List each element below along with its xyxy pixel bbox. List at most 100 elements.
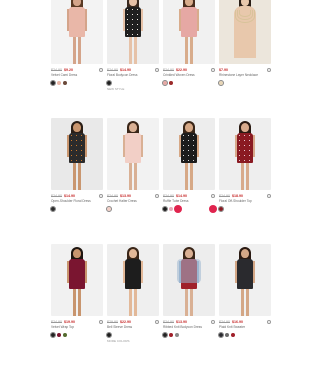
product-name[interactable]: Velvet Cami Dress (51, 73, 103, 78)
product-info: $24.90 $16.90 Plaid Knit Sweater (217, 316, 271, 338)
color-swatch[interactable] (49, 331, 57, 338)
heart-outline-icon[interactable] (211, 320, 215, 324)
color-swatch[interactable] (57, 80, 61, 85)
model-leg (190, 289, 193, 316)
model-head (129, 249, 137, 258)
product-card[interactable]: $29.90 $22.90 Bell Sleeve Dress MORE COLORS (105, 244, 159, 360)
sale-price: $14.90 (176, 194, 187, 198)
heart-outline-icon[interactable] (155, 68, 159, 72)
product-card[interactable]: $24.90 $19.90 Velvet Wrap Top (49, 244, 103, 360)
product-image[interactable] (51, 0, 103, 64)
model-figure (62, 118, 92, 190)
price: $24.90 $22.90 (163, 68, 187, 72)
color-swatch[interactable] (49, 205, 57, 212)
product-image[interactable] (107, 244, 159, 316)
price: $29.90 $22.90 (107, 320, 131, 324)
product-card[interactable]: $24.90 $16.90 Plaid Knit Sweater (217, 244, 271, 360)
color-swatch[interactable] (57, 332, 61, 337)
model-head (185, 123, 193, 132)
jacket (177, 259, 201, 283)
product-card[interactable]: $24.90 $22.90 Crinkled Woven Dress (161, 0, 215, 108)
product-note: NEW STYLE (107, 87, 125, 91)
sale-price: $13.90 (120, 194, 131, 198)
product-card[interactable]: $24.90 $14.90 Open-Shoulder Floral Dress (49, 118, 103, 234)
heart-outline-icon[interactable] (155, 194, 159, 198)
heart-outline-icon[interactable] (267, 194, 271, 198)
color-swatch[interactable] (169, 80, 173, 85)
product-image[interactable] (51, 244, 103, 316)
price: $24.90 $9.20 (51, 68, 73, 72)
heart-outline-icon[interactable] (155, 320, 159, 324)
product-name[interactable]: Velvet Wrap Top (51, 325, 103, 330)
product-name[interactable]: Crinkled Woven Dress (163, 73, 215, 78)
color-swatch[interactable] (63, 80, 67, 85)
product-image[interactable] (163, 118, 215, 190)
product-card[interactable]: $24.90 $14.90 Ruffle Tube Dress (161, 118, 215, 234)
product-card[interactable]: $24.90 $13.90 Ribbed Knit Bodycon Dress (161, 244, 215, 360)
price: $24.90 $14.90 (107, 68, 131, 72)
product-name[interactable]: Rhinestone Layer Necklace (219, 73, 271, 78)
product-name[interactable]: Open-Shoulder Floral Dress (51, 199, 103, 204)
product-image[interactable] (107, 118, 159, 190)
color-swatch[interactable] (175, 332, 179, 337)
product-name[interactable]: Bell Sleeve Dress (107, 325, 159, 330)
product-name[interactable]: Crochet Halter Dress (107, 199, 159, 204)
model-leg (73, 37, 76, 64)
product-card[interactable]: $24.90 $18.90 Floral Off-Shoulder Top (217, 118, 271, 234)
product-image[interactable] (107, 0, 159, 64)
garment (125, 259, 141, 289)
product-card[interactable]: $24.90 $9.20 Velvet Cami Dress (49, 0, 103, 108)
product-name[interactable]: Plaid Knit Sweater (219, 325, 271, 330)
color-swatch[interactable] (161, 79, 169, 86)
product-info: $24.90 $19.90 Velvet Wrap Top (49, 316, 103, 338)
product-image[interactable] (163, 244, 215, 316)
product-name[interactable]: Ruffle Tube Dress (163, 199, 215, 204)
heart-outline-icon[interactable] (211, 68, 215, 72)
product-card[interactable]: $7.90 Rhinestone Layer Necklace (217, 0, 271, 108)
product-name[interactable]: Ribbed Knit Bodycon Dress (163, 325, 215, 330)
heart-outline-icon[interactable] (267, 68, 271, 72)
color-swatch[interactable] (161, 331, 169, 338)
color-swatch[interactable] (231, 332, 235, 337)
heart-outline-icon[interactable] (211, 194, 215, 198)
model-leg (134, 37, 137, 64)
heart-outline-icon[interactable] (99, 68, 103, 72)
product-image[interactable] (51, 118, 103, 190)
product-card[interactable]: $24.90 $14.90 Floral Bodycon Dress NEW STYL… (105, 0, 159, 108)
price: $24.90 $19.90 (51, 320, 75, 324)
product-name[interactable]: Floral Off-Shoulder Top (219, 199, 271, 204)
garment (237, 259, 253, 289)
model-leg (73, 163, 76, 190)
heart-outline-icon[interactable] (99, 194, 103, 198)
price: $24.90 $18.90 (219, 194, 243, 198)
color-swatch[interactable] (63, 332, 67, 337)
color-swatches (105, 205, 159, 212)
color-swatch[interactable] (225, 332, 229, 337)
product-image[interactable] (219, 118, 271, 190)
heart-outline-icon[interactable] (267, 320, 271, 324)
product-image[interactable] (219, 244, 271, 316)
product-image[interactable] (163, 0, 215, 64)
heart-outline-icon[interactable] (99, 320, 103, 324)
product-info: $24.90 $9.20 Velvet Cami Dress (49, 64, 103, 86)
color-swatch[interactable] (169, 332, 173, 337)
color-swatches (105, 331, 159, 338)
model-head (241, 249, 249, 258)
color-swatch[interactable] (217, 331, 225, 338)
sale-price: $14.90 (64, 194, 75, 198)
color-swatch[interactable] (49, 79, 57, 86)
price: $24.90 $16.90 (219, 320, 243, 324)
product-info: $24.90 $14.90 Floral Bodycon Dress NEW STYL… (105, 64, 159, 91)
product-name[interactable]: Floral Bodycon Dress (107, 73, 159, 78)
model-figure (62, 0, 92, 64)
color-swatch[interactable] (217, 79, 225, 86)
product-card[interactable]: $24.90 $13.90 Crochet Halter Dress (105, 118, 159, 234)
color-swatch[interactable] (105, 79, 113, 86)
color-swatch[interactable] (105, 205, 113, 212)
color-swatch[interactable] (105, 331, 113, 338)
model-leg (185, 289, 188, 316)
sale-price: $13.90 (176, 320, 187, 324)
model-figure (230, 244, 260, 316)
product-info: $24.90 $14.90 Open-Shoulder Floral Dress (49, 190, 103, 212)
product-image[interactable] (219, 0, 271, 64)
